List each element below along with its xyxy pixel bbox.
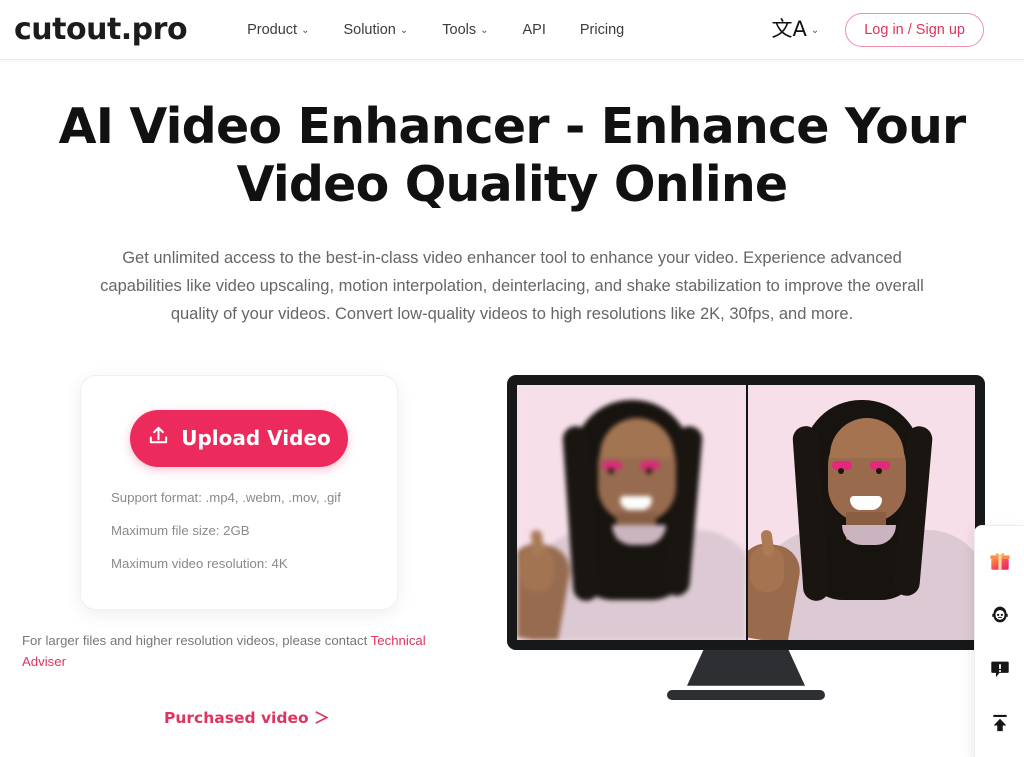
nav-item-api[interactable]: API [523, 22, 546, 38]
float-item-gift[interactable] [975, 536, 1024, 590]
contact-note-text: For larger files and higher resolution v… [22, 633, 371, 649]
site-header: cutout.pro Product ⌄ Solution ⌄ Tools ⌄ … [0, 0, 1024, 60]
nav-label-product: Product [247, 21, 298, 38]
language-switcher[interactable]: 文A ⌄ [771, 19, 819, 40]
upload-icon [147, 424, 170, 452]
floating-toolbar [974, 525, 1024, 757]
purchased-video-link[interactable]: Purchased video ＞ [164, 706, 330, 728]
monitor-stand-base [667, 689, 825, 700]
scroll-to-top-icon [989, 712, 1011, 739]
float-item-scroll-top[interactable] [975, 698, 1024, 752]
person-eye-right [645, 467, 652, 474]
chevron-down-icon: ⌄ [301, 24, 310, 36]
monitor-frame [507, 374, 985, 650]
login-signup-button[interactable]: Log in / Sign up [845, 12, 984, 47]
nav-label-pricing: Pricing [579, 21, 625, 38]
upload-video-button[interactable]: Upload Video [130, 409, 348, 467]
chevron-down-icon: ⌄ [399, 24, 409, 36]
monitor-stand-neck [687, 649, 805, 686]
nav-label-solution: Solution [343, 21, 396, 38]
nav-item-solution[interactable]: Solution ⌄ [343, 22, 408, 38]
preview-pane-after [746, 384, 975, 640]
float-item-support[interactable] [975, 590, 1024, 644]
nav-item-pricing[interactable]: Pricing [580, 22, 624, 38]
contact-note: For larger files and higher resolution v… [16, 630, 436, 672]
person-eye-left [837, 467, 844, 474]
person-smile [619, 495, 652, 510]
main-content: Upload Video Support format: .mp4, .webm… [0, 374, 1024, 729]
video-comparison-screen[interactable] [517, 384, 975, 640]
support-face-icon [989, 604, 1011, 631]
chevron-down-icon: ⌄ [810, 24, 820, 36]
upload-column: Upload Video Support format: .mp4, .webm… [10, 374, 472, 729]
hero-subtitle: Get unlimited access to the best-in-clas… [100, 248, 924, 324]
gift-icon [989, 550, 1011, 577]
float-item-feedback[interactable] [975, 644, 1024, 698]
nav-label-tools: Tools [442, 21, 477, 38]
main-navigation: Product ⌄ Solution ⌄ Tools ⌄ API Pricing [247, 22, 624, 38]
feedback-icon [989, 658, 1011, 685]
upload-note-filesize: Maximum file size: 2GB [111, 522, 250, 538]
preview-column [472, 374, 1014, 700]
preview-pane-before [517, 384, 746, 640]
upload-note-format: Support format: .mp4, .webm, .mov, .gif [111, 489, 341, 505]
nav-item-tools[interactable]: Tools ⌄ [442, 22, 488, 38]
upload-video-label: Upload Video [181, 426, 331, 451]
nav-item-product[interactable]: Product ⌄ [247, 22, 309, 38]
upload-note-resolution: Maximum video resolution: 4K [111, 556, 288, 572]
upload-card: Upload Video Support format: .mp4, .webm… [80, 374, 398, 611]
person-eye-left [607, 467, 614, 474]
translate-icon: 文A [771, 17, 807, 41]
nav-label-api: API [522, 21, 546, 38]
header-actions: 文A ⌄ Log in / Sign up [771, 12, 984, 47]
chevron-down-icon: ⌄ [480, 24, 489, 36]
page-title: AI Video Enhancer - Enhance Your Video Q… [58, 98, 967, 213]
person-eye-right [875, 467, 882, 474]
logo[interactable]: cutout.pro [14, 14, 188, 45]
hero-section: AI Video Enhancer - Enhance Your Video Q… [0, 60, 1024, 329]
person-smile [849, 495, 882, 510]
